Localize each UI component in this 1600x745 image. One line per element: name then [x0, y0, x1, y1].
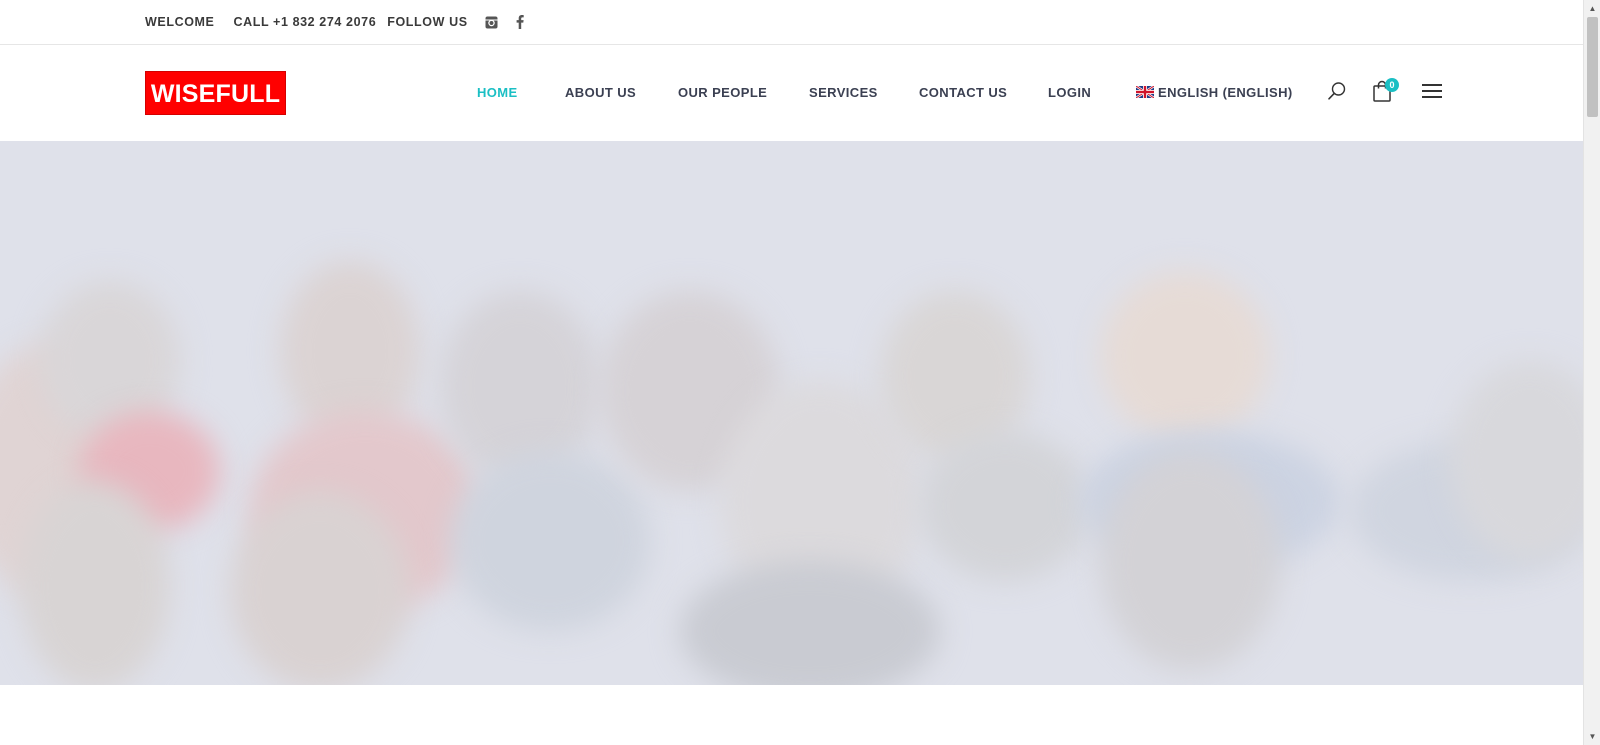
language-selector[interactable]: ENGLISH (ENGLISH)	[1136, 85, 1293, 100]
top-bar: WELCOME CALL +1 832 274 2076 FOLLOW US	[0, 0, 1583, 45]
main-header: WISEFULL HOME ABOUT US OUR PEOPLE SERVIC…	[0, 45, 1583, 141]
top-bar-content: WELCOME CALL +1 832 274 2076 FOLLOW US	[145, 0, 541, 44]
language-label: ENGLISH (ENGLISH)	[1158, 85, 1293, 100]
nav-login[interactable]: LOGIN	[1048, 85, 1091, 100]
facebook-icon[interactable]	[513, 15, 527, 29]
page: WELCOME CALL +1 832 274 2076 FOLLOW US W…	[0, 0, 1600, 745]
phone-text: CALL +1 832 274 2076	[233, 15, 377, 29]
instagram-icon[interactable]	[485, 15, 499, 29]
nav-contact-us[interactable]: CONTACT US	[919, 85, 1007, 100]
nav-home[interactable]: HOME	[477, 85, 518, 100]
scroll-down-arrow-icon[interactable]: ▼	[1584, 728, 1600, 745]
follow-us-text: FOLLOW US	[387, 15, 468, 29]
scroll-up-arrow-icon[interactable]: ▲	[1584, 0, 1600, 17]
nav-about-us[interactable]: ABOUT US	[565, 85, 636, 100]
nav-services[interactable]: SERVICES	[809, 85, 878, 100]
menu-icon[interactable]	[1422, 83, 1442, 104]
welcome-text: WELCOME	[145, 15, 215, 29]
hero-image	[0, 141, 1583, 685]
search-icon[interactable]	[1327, 81, 1347, 106]
scroll-thumb[interactable]	[1587, 17, 1598, 117]
page-scrollbar[interactable]: ▲ ▼	[1583, 0, 1600, 745]
uk-flag-icon	[1136, 86, 1154, 98]
nav-our-people[interactable]: OUR PEOPLE	[678, 85, 767, 100]
site-logo[interactable]: WISEFULL	[145, 71, 286, 115]
cart-count-badge: 0	[1385, 78, 1399, 92]
